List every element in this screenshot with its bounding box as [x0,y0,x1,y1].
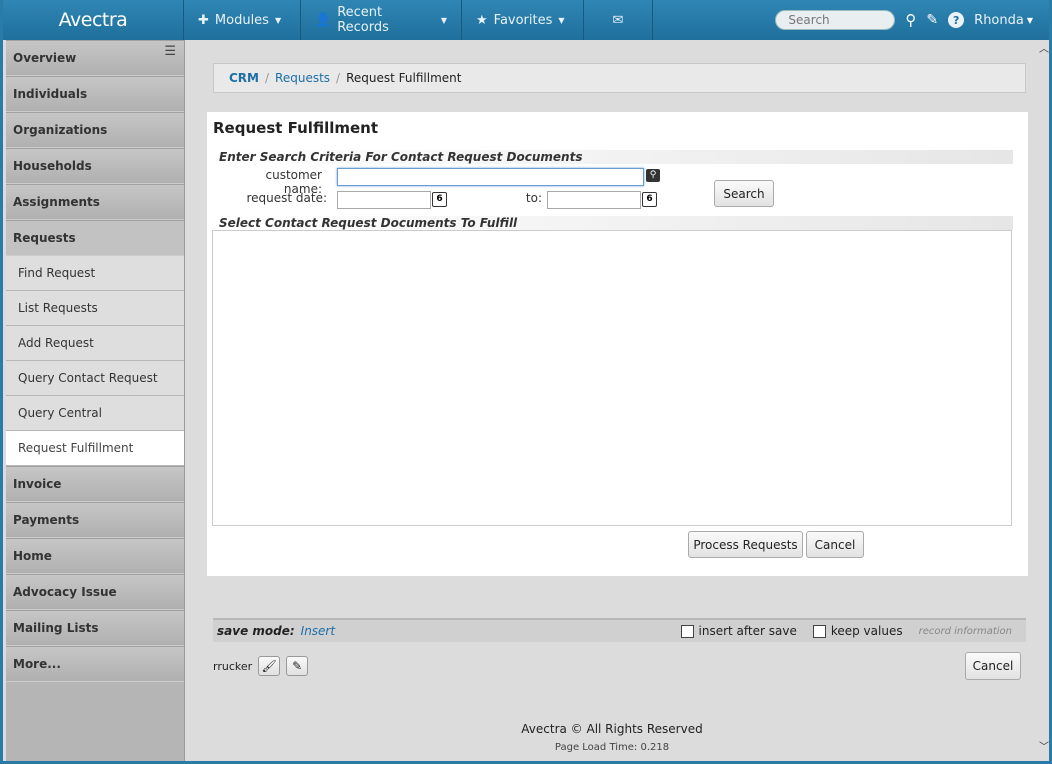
lookup-icon[interactable]: ⚲ [646,169,660,182]
request-date-input[interactable] [337,191,431,209]
hamburger-icon[interactable]: ☰ [164,44,176,59]
edit-icon: ✎ [292,659,303,673]
pencil-icon[interactable]: ✎ [926,12,938,28]
sidebar-item-households[interactable]: Households [6,148,184,184]
chevron-down-icon: ▼ [1026,15,1033,25]
search-button[interactable]: Search [714,180,774,207]
sidebar-item-home[interactable]: Home [6,538,184,574]
vertical-scrollbar[interactable]: ︿ ﹀ [1038,40,1049,761]
chevron-down-icon: ▼ [440,15,447,25]
sidebar-item-advocacy-issue[interactable]: Advocacy Issue [6,574,184,610]
main-content: CRM / Requests / Request Fulfillment Req… [186,40,1038,761]
breadcrumb-parent[interactable]: Requests [275,71,330,85]
cancel-button[interactable]: Cancel [806,531,864,558]
page-load-time: Page Load Time: 0.218 [554,742,670,753]
paintbrush-icon: 🖌 [261,659,277,673]
calendar-icon[interactable]: 6 [432,192,447,207]
favorites-menu[interactable]: ★ Favorites ▼ [462,0,583,40]
process-requests-button[interactable]: Process Requests [688,531,803,558]
record-information-link[interactable]: record information [919,626,1012,637]
user-tools: rrucker 🖌 ✎ [213,656,309,676]
sidebar-subitem-request-fulfillment[interactable]: Request Fulfillment [6,431,184,466]
insert-after-save-label: insert after save [698,624,797,638]
sidebar-item-overview[interactable]: Overview [6,40,184,76]
page-title: Request Fulfillment [213,119,379,137]
keep-values-checkbox[interactable] [812,624,826,638]
sidebar-subitem-add-request[interactable]: Add Request [6,326,184,361]
nav-divider [652,0,653,40]
copyright-text: Avectra © All Rights Reserved [521,722,703,736]
mail-button[interactable]: ✉ [584,0,652,40]
search-icon[interactable]: ⚲ [905,11,916,29]
top-nav: Avectra ✚ Modules ▼ 👤 Recent Records ▼ ★… [3,0,1049,40]
current-username: rrucker [213,659,253,673]
breadcrumb: CRM / Requests / Request Fulfillment [213,63,1026,93]
sidebar-item-mailing-lists[interactable]: Mailing Lists [6,610,184,646]
save-mode-bar: save mode: Insert insert after save keep… [213,618,1026,642]
chevron-down-icon: ▼ [274,15,282,25]
sidebar-item-invoice[interactable]: Invoice [6,466,184,502]
recent-records-label: Recent Records [337,5,389,35]
favorites-label: Favorites [493,12,553,28]
sidebar: ☰ Overview Individuals Organizations Hou… [6,40,185,761]
bottom-cancel-button[interactable]: Cancel [965,652,1021,680]
sidebar-item-individuals[interactable]: Individuals [6,76,184,112]
breadcrumb-root[interactable]: CRM [229,71,259,85]
chevron-down-icon: ▼ [558,15,565,25]
keep-values-option[interactable]: keep values [812,624,903,638]
app-frame: Avectra ✚ Modules ▼ 👤 Recent Records ▼ ★… [0,0,1052,764]
scroll-down-icon[interactable]: ﹀ [1039,738,1049,753]
modules-menu-label: Modules [214,12,269,28]
sidebar-item-more[interactable]: More... [6,646,184,682]
scroll-up-icon[interactable]: ︿ [1039,40,1049,55]
sidebar-item-organizations[interactable]: Organizations [6,112,184,148]
recent-records-menu[interactable]: 👤 Recent Records ▼ [301,0,461,40]
sidebar-subitem-list-requests[interactable]: List Requests [6,291,184,326]
breadcrumb-separator: / [336,71,341,85]
sidebar-item-requests[interactable]: Requests [6,220,184,256]
insert-after-save-checkbox[interactable] [680,624,694,638]
help-icon[interactable]: ? [948,12,965,28]
breadcrumb-current: Request Fulfillment [346,71,462,85]
to-date-input[interactable] [547,191,641,209]
calendar-icon[interactable]: 6 [642,192,657,207]
criteria-heading: Enter Search Criteria For Contact Reques… [213,150,1013,164]
sidebar-item-payments[interactable]: Payments [6,502,184,538]
puzzle-icon: ✚ [198,12,209,28]
insert-after-save-option[interactable]: insert after save [680,624,797,638]
sidebar-subitem-query-central[interactable]: Query Central [6,396,184,431]
save-options: insert after save keep values record inf… [680,624,1027,638]
global-search-input[interactable]: Search [775,10,896,30]
results-list [212,230,1012,526]
request-fulfillment-panel: Request Fulfillment Enter Search Criteri… [207,112,1028,576]
request-date-label: request date: [246,191,327,205]
nav-right-tools: Search ⚲ ✎ ? Rhonda ▼ [775,10,1049,30]
app-logo[interactable]: Avectra [3,0,183,40]
to-date-label: to: [525,191,542,205]
person-icon: 👤 [315,12,332,28]
star-icon: ★ [476,12,488,28]
edit-button[interactable]: ✎ [286,656,309,676]
sidebar-subitem-query-contact-request[interactable]: Query Contact Request [6,361,184,396]
keep-values-label: keep values [830,624,903,638]
sidebar-item-assignments[interactable]: Assignments [6,184,184,220]
sidebar-subitem-find-request[interactable]: Find Request [6,256,184,291]
envelope-icon: ✉ [612,12,624,28]
breadcrumb-separator: / [265,71,270,85]
save-mode-value: Insert [300,624,336,638]
customer-name-input[interactable] [337,168,644,186]
results-heading: Select Contact Request Documents To Fulf… [213,216,1013,230]
modules-menu[interactable]: ✚ Modules ▼ [184,0,300,40]
user-menu[interactable]: Rhonda ▼ [974,13,1033,28]
user-name: Rhonda [974,12,1024,28]
paintbrush-button[interactable]: 🖌 [258,656,281,676]
save-mode-label: save mode: [217,624,295,638]
